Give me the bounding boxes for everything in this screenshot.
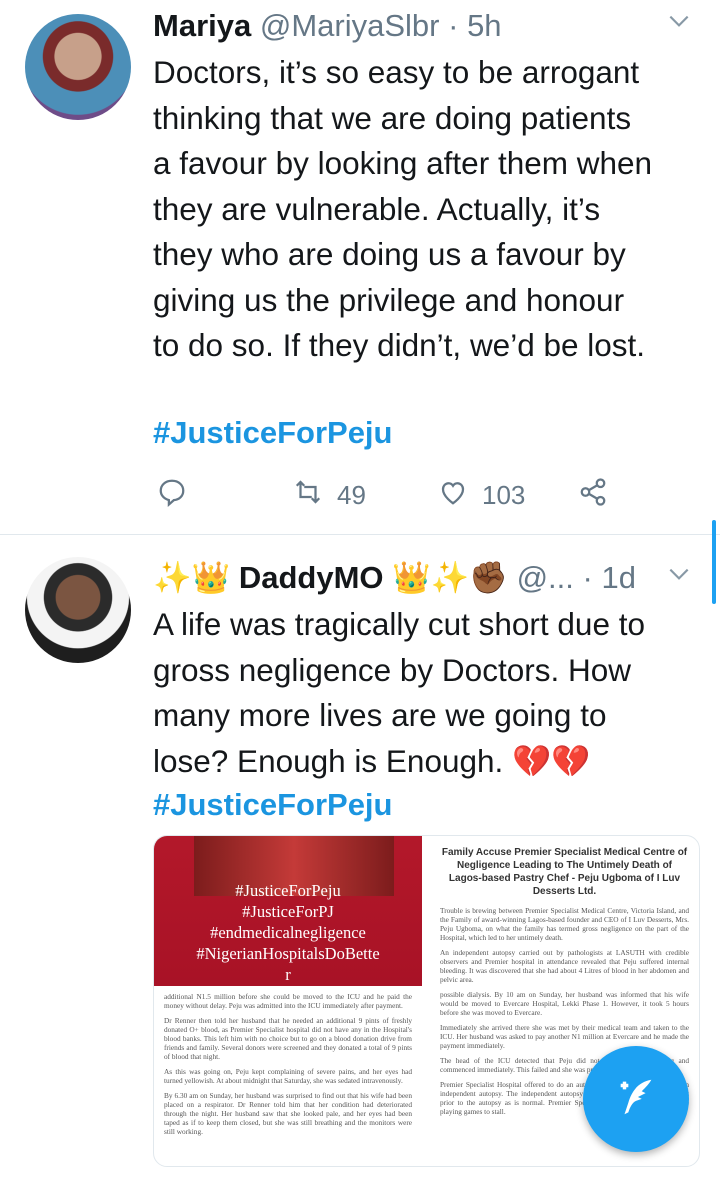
share-button[interactable] [578,475,608,515]
author-handle: @MariyaSlbr [259,8,440,43]
image-hashtag: #JusticeForPeju [235,881,341,900]
tweet-text-line: giving us the privilege and honour [153,281,625,318]
tweet-header: Mariya @MariyaSlbr · 5h [153,6,502,46]
share-icon [578,477,608,514]
doc-paragraph: By 6.30 am on Sunday, her husband was su… [164,1091,412,1136]
tweet-text-line: they are vulnerable. Actually, it’s [153,190,601,227]
image-hashtag: #JusticeForPJ [242,902,334,921]
name-emoji-suffix: 👑✨✊🏾 [392,560,508,595]
doc-title: Family Accuse Premier Specialist Medical… [441,847,688,897]
tweet-text-line: A life was tragically cut short due to [153,606,645,642]
tweet-text-line: gross negligence by Doctors. How [153,651,631,688]
retweet-icon [293,477,323,514]
author-name[interactable]: Mariya [153,8,251,43]
doc-paragraph: As this was going on, Peju kept complain… [164,1067,412,1085]
reply-icon [157,477,187,514]
separator: · [582,560,593,595]
retweet-count: 49 [337,479,366,510]
author-handle: @... [516,560,574,595]
like-icon [438,477,468,514]
hashtag-link[interactable]: #JusticeForPeju [153,787,392,823]
tweet[interactable]: Mariya @MariyaSlbr · 5h Doctors, it’s so… [0,0,720,535]
card-gap [423,836,429,1166]
like-button[interactable]: 103 [438,475,525,515]
tweet-text: A life was tragically cut short due to g… [153,602,703,784]
chevron-down-icon[interactable] [666,561,692,594]
tweet-actions: 49 103 [153,475,623,515]
tweet-text-line: many more lives are we going to [153,697,607,733]
name-emoji-prefix: ✨👑 [153,560,231,595]
tweet-text: Doctors, it’s so easy to be arrogant thi… [153,50,703,369]
image-hashtags: #JusticeForPeju #JusticeForPJ #endmedica… [154,880,422,985]
doc-paragraph: Immediately she arrived there she was me… [440,1023,689,1050]
image-hashtag: #NigerianHospitalsDoBette [196,944,380,963]
doc-paragraph: possible dialysis. By 10 am on Sunday, h… [440,990,689,1017]
tweet-text-line: Doctors, it’s so easy to be arrogant [153,54,640,90]
avatar[interactable] [25,557,131,663]
doc-paragraph: Dr Renner then told her husband that he … [164,1016,412,1061]
timestamp: 5h [467,8,502,43]
tweet-header: ✨👑 DaddyMO 👑✨✊🏾 @... · 1d [153,558,636,598]
document-image-left[interactable]: additional N1.5 million before she could… [154,988,422,1166]
doc-paragraph: Trouble is brewing between Premier Speci… [440,906,689,942]
doc-paragraph: additional N1.5 million before she could… [164,992,412,1010]
tweet-text-line: they who are doing us a favour by [153,236,626,272]
doc-paragraph: An independent autopsy carried out by pa… [440,948,689,984]
tweet-text-line: thinking that we are doing patients [153,99,632,136]
separator: · [448,8,459,43]
tweet-text-line: to do so. If they didn’t, we’d be lost. [153,327,646,363]
reply-button[interactable] [157,475,187,515]
tweet-actions-partial [153,1170,623,1181]
timestamp: 1d [601,560,636,595]
tweet-text-line: lose? Enough is Enough. 💔💔 [153,742,591,779]
avatar[interactable] [25,14,131,120]
chevron-down-icon[interactable] [666,8,692,41]
campaign-image[interactable]: #JusticeForPeju #JusticeForPJ #endmedica… [154,836,422,986]
tweet-text-line: a favour by looking after them when [153,145,653,181]
compose-tweet-button[interactable] [583,1046,689,1152]
author-name[interactable]: DaddyMO [239,560,384,595]
image-hashtag: #endmedicalnegligence [210,923,366,942]
like-count: 103 [482,479,526,510]
compose-tweet-icon [613,1074,659,1125]
image-hashtag: r [285,965,291,984]
retweet-button[interactable]: 49 [293,475,366,515]
hashtag-link[interactable]: #JusticeForPeju [153,415,392,451]
